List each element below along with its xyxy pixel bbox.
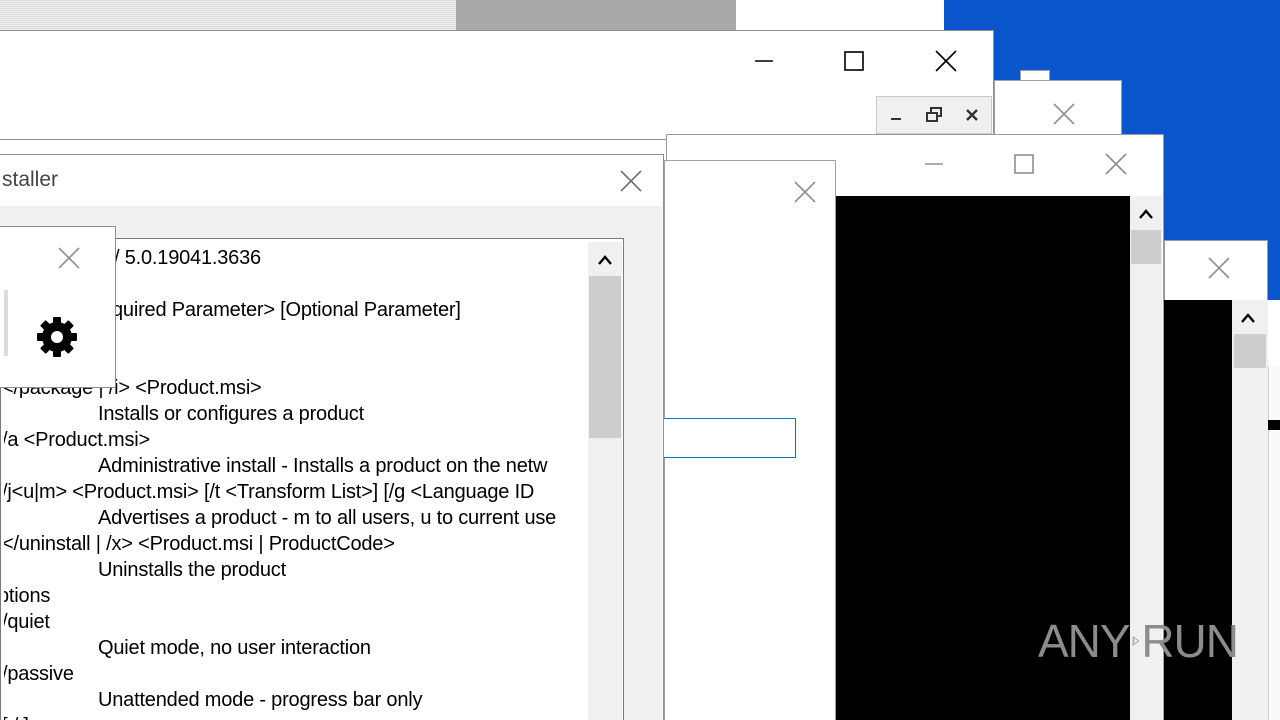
scrollbar-thumb[interactable] — [589, 276, 621, 438]
text-input[interactable] — [662, 418, 796, 458]
help-text-line: /passive — [4, 663, 74, 685]
scrollbar-thumb[interactable] — [1234, 334, 1266, 368]
popup-close-button[interactable] — [51, 241, 87, 275]
background-window-strip — [0, 0, 456, 30]
close-icon — [58, 247, 80, 269]
background-window-edge-dark — [1268, 420, 1280, 430]
help-text-line: [ / ] — [4, 714, 29, 720]
help-text-line: ptions — [4, 585, 51, 607]
chevron-up-icon — [1241, 313, 1255, 323]
help-text-line: /quiet — [4, 611, 50, 633]
settings-button[interactable] — [35, 315, 79, 359]
help-text-line: / 5.0.19041.3636 — [114, 247, 261, 269]
help-text-line: Installs or configures a product — [98, 403, 364, 425]
help-text-line: /j<u|m> <Product.msi> [/t <Transform Lis… — [4, 481, 535, 503]
mdi-minimize-button[interactable] — [879, 99, 913, 131]
watermark-text-left: ANY — [1038, 615, 1131, 667]
maximize-icon — [1014, 154, 1034, 174]
close-icon — [794, 181, 816, 203]
maximize-button[interactable] — [1001, 147, 1047, 181]
chevron-up-icon — [598, 255, 612, 265]
minimize-icon — [891, 118, 901, 120]
close-icon — [1053, 103, 1075, 125]
close-icon — [966, 109, 978, 121]
minimize-button[interactable] — [739, 43, 789, 79]
mdi-close-button[interactable] — [955, 99, 989, 131]
help-text-line: Quiet mode, no user interaction — [98, 637, 371, 659]
popup-divider — [4, 290, 8, 356]
close-icon — [620, 170, 642, 192]
close-icon — [935, 50, 957, 72]
maximize-icon — [844, 51, 864, 71]
watermark-text-right: RUN — [1141, 615, 1239, 667]
help-text-line: Uninstalls the product — [98, 559, 286, 581]
help-text-line: Administrative install - Installs a prod… — [98, 455, 548, 477]
mdi-restore-button[interactable] — [917, 99, 951, 131]
background-window-strip-gray — [456, 0, 736, 30]
help-text-line: Advertises a product - m to all users, u… — [98, 507, 557, 529]
close-button[interactable] — [1197, 251, 1241, 285]
minimize-icon — [925, 163, 943, 165]
help-text-line: </uninstall | /x> <Product.msi | Product… — [4, 533, 395, 555]
gear-icon — [37, 317, 77, 357]
installer-close-button[interactable] — [608, 164, 654, 198]
play-logo-icon — [1132, 636, 1139, 646]
scroll-up-button[interactable] — [1130, 200, 1162, 228]
background-window-strip-white — [736, 0, 944, 30]
scroll-up-button[interactable] — [588, 246, 622, 274]
scrollbar-thumb[interactable] — [1131, 230, 1161, 264]
window-title: staller — [2, 168, 59, 191]
watermark-logo: ANY RUN — [1038, 610, 1239, 672]
main-window — [0, 30, 994, 140]
mdi-child-controls — [876, 96, 992, 134]
help-text-line: /a <Product.msi> — [4, 429, 150, 451]
close-button[interactable] — [1093, 147, 1139, 181]
background-window — [994, 80, 1122, 140]
close-button[interactable] — [921, 43, 971, 79]
settings-popup — [0, 226, 116, 388]
close-button[interactable] — [785, 177, 825, 207]
restore-icon — [926, 107, 942, 122]
close-icon — [1105, 153, 1127, 175]
minimize-button[interactable] — [911, 147, 957, 181]
close-icon — [1208, 257, 1230, 279]
maximize-button[interactable] — [829, 43, 879, 79]
minimize-icon — [755, 60, 773, 62]
help-text-line: Unattended mode - progress bar only — [98, 689, 423, 711]
help-text-line: quired Parameter> [Optional Parameter] — [112, 299, 461, 321]
chevron-up-icon — [1139, 209, 1153, 219]
scroll-up-button[interactable] — [1232, 304, 1264, 332]
close-button[interactable] — [1041, 97, 1087, 131]
